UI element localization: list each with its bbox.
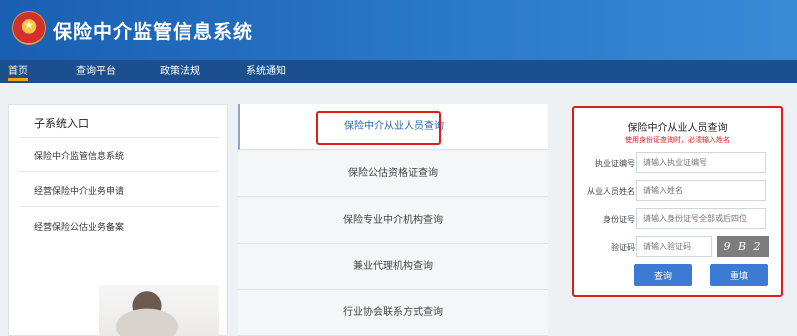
nav-item-query-platform[interactable]: 查询平台 xyxy=(76,62,116,77)
site-title: 保险中介监管信息系统 xyxy=(53,21,254,43)
nav-item-policy[interactable]: 政策法规 xyxy=(160,62,200,77)
form-title: 保险中介从业人员查询 xyxy=(627,123,728,134)
sidebar-item-agency-application[interactable]: 经营保险中介业务申请 xyxy=(34,184,124,197)
promo-photo xyxy=(99,285,219,336)
subsystem-sidebar: 子系统入口 保险中介监管信息系统 经营保险中介业务申请 经营保险公估业务备案 xyxy=(8,104,228,336)
nav-item-notices[interactable]: 系统通知 xyxy=(246,62,286,77)
query-tabs: 保险中介从业人员查询 保险公估资格证查询 保险专业中介机构查询 兼业代理机构查询… xyxy=(238,104,548,336)
practitioner-name-input[interactable] xyxy=(636,180,766,201)
tab-highlight-box xyxy=(316,111,441,145)
sidebar-item-assessment-filing[interactable]: 经营保险公估业务备案 xyxy=(34,220,124,233)
sidebar-title: 子系统入口 xyxy=(34,117,89,130)
query-form-panel: 保险中介从业人员查询 使用身份证查询时，必须输入姓名 执业证编号 从业人员姓名 … xyxy=(572,106,783,297)
header-bar: ★ 保险中介监管信息系统 xyxy=(0,0,797,60)
query-button[interactable]: 查询 xyxy=(634,264,692,286)
tab-assessment-certificate-query[interactable]: 保险公估资格证查询 xyxy=(238,151,548,197)
tab-association-contact-query[interactable]: 行业协会联系方式查询 xyxy=(238,290,548,336)
id-number-input[interactable] xyxy=(636,208,766,229)
sidebar-item-supervision[interactable]: 保险中介监管信息系统 xyxy=(34,149,124,162)
national-emblem-icon: ★ xyxy=(12,11,46,45)
divider xyxy=(19,206,219,207)
license-number-label: 执业证编号 xyxy=(595,159,635,168)
captcha-image[interactable]: 9 B 2 A xyxy=(717,236,769,274)
captcha-label: 验证码 xyxy=(611,243,635,252)
captcha-input[interactable] xyxy=(636,236,712,257)
tab-part-time-agent-query[interactable]: 兼业代理机构查询 xyxy=(238,244,548,290)
license-number-input[interactable] xyxy=(636,152,766,173)
divider xyxy=(19,171,219,172)
form-hint: 使用身份证查询时，必须输入姓名 xyxy=(625,136,730,144)
nav-item-home[interactable]: 首页 xyxy=(8,62,28,81)
tab-agency-institution-query[interactable]: 保险专业中介机构查询 xyxy=(238,198,548,244)
main-nav: 首页 查询平台 政策法规 系统通知 xyxy=(0,60,797,83)
reset-button[interactable]: 重填 xyxy=(710,264,768,286)
id-number-label: 身份证号 xyxy=(603,215,635,224)
practitioner-name-label: 从业人员姓名 xyxy=(587,187,635,196)
divider xyxy=(19,137,219,138)
